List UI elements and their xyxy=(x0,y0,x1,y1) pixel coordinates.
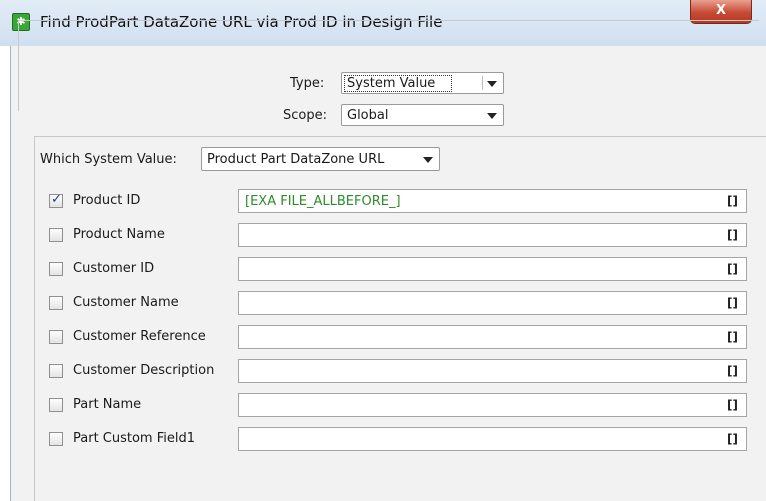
parameter-checkbox[interactable]: ✓ xyxy=(49,192,63,208)
type-dropdown-value: System Value xyxy=(344,75,453,92)
parameter-row: Part Custom Field1 [] xyxy=(0,427,766,453)
parameter-row: Part Name [] xyxy=(0,393,766,419)
smart-name-icon[interactable]: [] xyxy=(727,228,738,242)
chevron-down-icon xyxy=(487,113,497,119)
chevron-down-icon xyxy=(423,157,433,163)
parameter-checkbox[interactable] xyxy=(49,330,63,344)
parameter-label: Product ID xyxy=(73,193,141,208)
smart-name-icon[interactable]: [] xyxy=(727,398,738,412)
parameter-value-field[interactable]: [] xyxy=(238,427,747,451)
smart-name-icon[interactable]: [] xyxy=(727,364,738,378)
smart-name-icon[interactable]: [] xyxy=(727,296,738,310)
parameter-value-field[interactable]: [] xyxy=(238,291,747,315)
parameter-label: Customer Name xyxy=(73,295,179,310)
parameter-row: Customer Description [] xyxy=(0,359,766,385)
parameter-value-field[interactable]: [] xyxy=(238,257,747,281)
parameter-row: Customer ID [] xyxy=(0,257,766,283)
parameter-value-field[interactable]: [EXA FILE_ALLBEFORE_] [] xyxy=(238,189,747,213)
parameter-value-field[interactable]: [] xyxy=(238,223,747,247)
system-value-dropdown-value: Product Part DataZone URL xyxy=(207,152,385,167)
parameter-checkbox[interactable] xyxy=(49,262,63,276)
type-dropdown[interactable]: System Value xyxy=(341,72,504,94)
parameter-value-field[interactable]: [] xyxy=(238,359,747,383)
smart-name-icon[interactable]: [] xyxy=(727,194,738,208)
system-value-dropdown[interactable]: Product Part DataZone URL xyxy=(201,147,440,171)
parameter-checkbox[interactable] xyxy=(49,296,63,310)
parameter-label: Product Name xyxy=(73,227,165,242)
parameter-label: Customer ID xyxy=(73,261,155,276)
parameter-label: Part Name xyxy=(73,397,142,412)
parameter-checkbox[interactable] xyxy=(49,364,63,378)
parameter-checkbox[interactable] xyxy=(49,228,63,242)
parameter-value-field[interactable]: [] xyxy=(238,393,747,417)
close-icon: X xyxy=(715,3,727,18)
type-label: Type: xyxy=(290,76,325,91)
smart-name-icon[interactable]: [] xyxy=(727,330,738,344)
parameter-row: Product Name [] xyxy=(0,223,766,249)
smart-name-icon[interactable]: [] xyxy=(727,432,738,446)
which-system-value-label: Which System Value: xyxy=(40,152,177,167)
parameter-value-field[interactable]: [] xyxy=(238,325,747,349)
parameter-row: Customer Reference [] xyxy=(0,325,766,351)
parameter-label: Customer Reference xyxy=(73,329,206,344)
smart-name-icon[interactable]: [] xyxy=(727,262,738,276)
scope-dropdown[interactable]: Global xyxy=(341,104,504,126)
scope-label: Scope: xyxy=(283,108,327,123)
parameter-checkbox[interactable] xyxy=(49,398,63,412)
checkmark-icon: ✓ xyxy=(51,192,62,207)
scope-dropdown-value: Global xyxy=(347,108,389,123)
parameter-value-text: [EXA FILE_ALLBEFORE_] xyxy=(245,194,401,209)
parameter-label: Customer Description xyxy=(73,363,215,378)
parameter-checkbox[interactable] xyxy=(49,432,63,446)
parameter-row: Customer Name [] xyxy=(0,291,766,317)
type-scope-panel xyxy=(18,20,759,111)
parameter-label: Part Custom Field1 xyxy=(73,431,196,446)
chevron-down-icon xyxy=(487,81,497,87)
parameter-row: ✓ Product ID [EXA FILE_ALLBEFORE_] [] xyxy=(0,189,766,215)
